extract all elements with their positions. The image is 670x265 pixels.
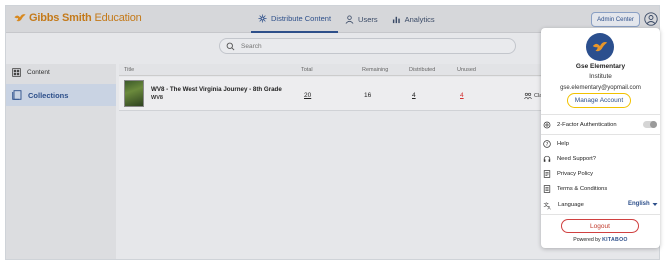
unused-count-link[interactable]: 4	[460, 92, 464, 99]
book-title: WV8 - The West Virginia Journey - 8th Gr…	[151, 86, 282, 93]
bird-logo-icon	[592, 42, 608, 52]
col-header-unused: Unused	[457, 66, 476, 73]
powered-by-footer: Powered by KITABOO	[541, 237, 660, 243]
institute-avatar	[586, 33, 614, 61]
col-header-total: Total	[301, 66, 313, 73]
book-code: WV8	[151, 95, 163, 101]
tab-label: Analytics	[404, 15, 435, 24]
support-headset-icon	[543, 155, 551, 162]
tab-analytics[interactable]: Analytics	[385, 6, 442, 33]
content-icon	[12, 68, 21, 77]
sidebar-item-collections[interactable]: Collections	[6, 84, 116, 106]
remaining-count: 16	[364, 92, 372, 99]
chevron-down-icon	[652, 202, 658, 206]
tab-users[interactable]: Users	[338, 6, 385, 33]
sidebar-item-label: Collections	[28, 90, 69, 100]
brand-name: Gibbs Smith Education	[29, 12, 142, 24]
language-select[interactable]: English	[628, 201, 658, 207]
account-email: gse.elementary@yopmail.com	[560, 85, 641, 91]
account-role: Institute	[589, 73, 612, 80]
collections-icon	[12, 90, 22, 100]
kitaboo-brand: KITABOO	[602, 237, 628, 243]
menu-item-help[interactable]: ? Help	[543, 138, 658, 150]
main-nav: Distribute Content Users Analytics	[251, 6, 442, 33]
language-label: Language	[558, 202, 584, 208]
total-count-link[interactable]: 20	[304, 92, 311, 99]
two-factor-label: 2-Factor Authentication	[557, 122, 617, 128]
tab-distribute-content[interactable]: Distribute Content	[251, 6, 339, 33]
menu-item-label: Help	[557, 141, 569, 147]
col-header-title: Title	[124, 66, 135, 73]
divider	[541, 114, 660, 115]
shield-gear-icon	[543, 121, 551, 129]
col-header-remaining: Remaining	[362, 66, 389, 73]
svg-text:A: A	[548, 205, 552, 209]
table-row[interactable]: WV8 - The West Virginia Journey - 8th Gr…	[119, 77, 549, 111]
table-header: Title Total Remaining Distributed Unused	[119, 64, 549, 76]
class-group-icon	[524, 92, 532, 100]
brand-logo[interactable]: Gibbs Smith Education	[13, 11, 142, 25]
col-header-distributed: Distributed	[409, 66, 436, 73]
tab-label: Users	[358, 15, 378, 24]
sidebar: Content Collections	[6, 64, 116, 259]
user-account-icon[interactable]	[644, 12, 658, 26]
bird-logo-icon	[14, 14, 26, 22]
translate-icon: 文A	[543, 201, 552, 210]
menu-item-need-support[interactable]: Need Support?	[543, 153, 658, 165]
menu-item-terms-conditions[interactable]: Terms & Conditions	[543, 183, 658, 195]
search-input[interactable]	[241, 42, 481, 50]
privacy-document-icon	[543, 170, 551, 178]
collections-table: Title Total Remaining Distributed Unused…	[119, 64, 549, 111]
sidebar-item-label: Content	[27, 69, 50, 76]
distributed-count-link[interactable]: 4	[412, 92, 416, 99]
book-cover-image	[124, 80, 144, 107]
logout-button[interactable]: Logout	[561, 219, 639, 233]
analytics-icon	[392, 16, 400, 24]
tab-label: Distribute Content	[271, 14, 332, 23]
menu-item-privacy-policy[interactable]: Privacy Policy	[543, 168, 658, 180]
search-bar	[219, 38, 516, 54]
sidebar-item-content[interactable]: Content	[6, 64, 116, 81]
admin-center-button[interactable]: Admin Center	[591, 12, 640, 27]
divider	[541, 134, 660, 135]
two-factor-toggle[interactable]	[643, 121, 657, 128]
users-icon	[345, 15, 354, 24]
menu-item-label: Terms & Conditions	[557, 186, 608, 192]
language-value: English	[628, 201, 650, 207]
org-name: Gse Elementary	[575, 63, 626, 70]
powered-by-label: Powered by	[573, 237, 601, 243]
divider	[541, 214, 660, 215]
help-icon: ?	[543, 140, 551, 148]
account-menu-popover: Gse Elementary Institute gse.elementary@…	[541, 28, 660, 248]
menu-item-label: Privacy Policy	[557, 171, 594, 177]
distribute-icon	[258, 14, 267, 23]
manage-account-button[interactable]: Manage Account	[567, 93, 631, 108]
terms-document-icon	[543, 185, 551, 193]
two-factor-auth-row: 2-Factor Authentication	[543, 119, 658, 131]
menu-item-label: Need Support?	[557, 156, 596, 162]
search-icon	[226, 42, 235, 50]
